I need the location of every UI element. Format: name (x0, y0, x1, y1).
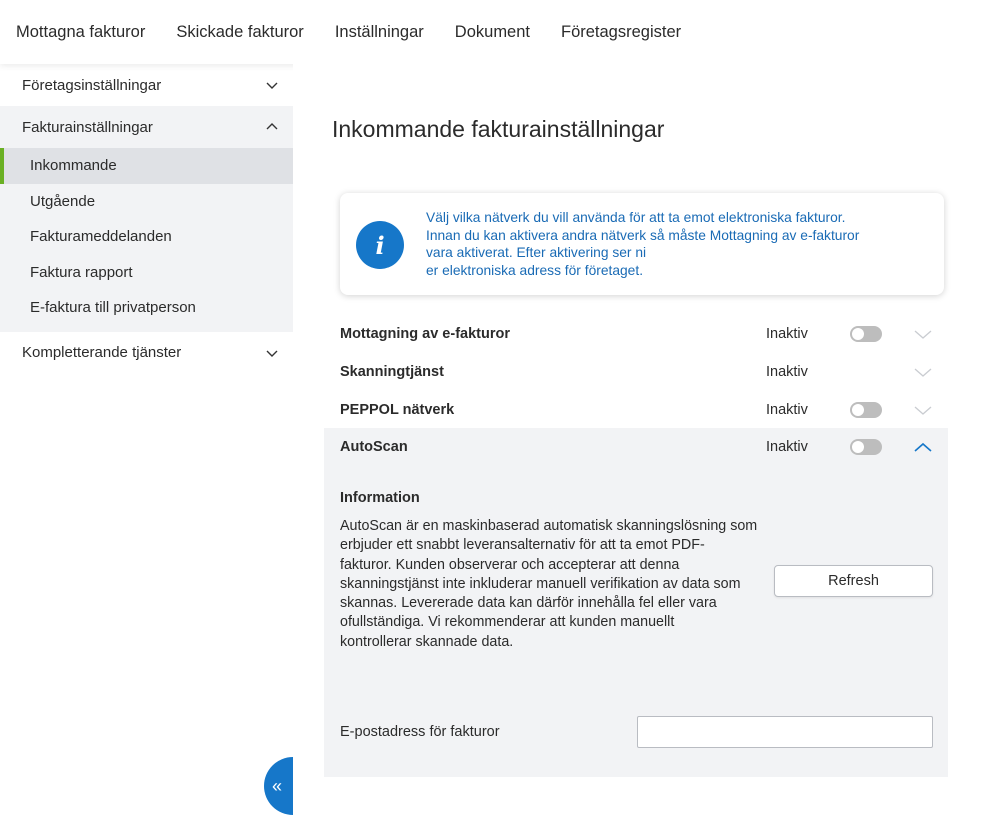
info-line: er elektroniska adress för företaget. (426, 262, 644, 278)
sidebar-item-utgaende[interactable]: Utgående (0, 184, 293, 220)
chevron-down-icon (266, 82, 278, 89)
information-heading: Information (340, 490, 420, 506)
toggle-switch[interactable] (850, 402, 882, 418)
autoscan-panel: AutoScan Inaktiv Information AutoScan är… (324, 428, 948, 777)
chevron-down-icon[interactable] (914, 328, 932, 340)
chevron-up-icon (266, 123, 278, 130)
nav-dokument[interactable]: Dokument (455, 23, 530, 42)
info-line: vara aktiverat. Efter aktivering ser ni (426, 245, 647, 260)
sidebar-section-foretagsinstallningar[interactable]: Företagsinställningar (0, 64, 293, 106)
email-label: E-postadress för fakturor (340, 724, 500, 740)
status-label: Inaktiv (766, 439, 808, 455)
chevron-down-icon[interactable] (914, 366, 932, 378)
information-paragraph: AutoScan är en maskinbaserad automatisk … (340, 517, 765, 652)
network-name: Mottagning av e-fakturor (340, 326, 510, 342)
network-row-skanningtjanst[interactable]: Skanningtjänst Inaktiv (324, 353, 948, 391)
network-name: Skanningtjänst (340, 364, 444, 380)
info-text: Välj vilka nätverk du vill använda för a… (426, 209, 896, 279)
nav-skickade-fakturor[interactable]: Skickade fakturor (176, 23, 303, 42)
status-label: Inaktiv (766, 326, 808, 342)
sidebar-section-kompletterande-tjanster[interactable]: Kompletterande tjänster (0, 332, 293, 374)
network-name: AutoScan (340, 439, 408, 455)
info-line: Innan du kan aktivera andra nätverk så m… (426, 227, 860, 243)
network-name: PEPPOL nätverk (340, 402, 455, 418)
paragraph-line: skanningstjänst inte inkluderar manuell … (340, 575, 741, 592)
refresh-button[interactable]: Refresh (774, 565, 933, 597)
top-navigation: Mottagna fakturor Skickade fakturor Inst… (0, 0, 999, 64)
info-box: i Välj vilka nätverk du vill använda för… (340, 193, 944, 295)
sidebar-section-label: Kompletterande tjänster (22, 344, 182, 361)
paragraph-line: fakturor. Kunden observerar och accepter… (340, 556, 680, 573)
toggle-switch[interactable] (850, 439, 882, 455)
info-icon: i (356, 221, 404, 269)
paragraph-line: AutoScan är en maskinbaserad automatisk … (340, 518, 758, 534)
info-line: Välj vilka nätverk du vill använda för a… (426, 210, 846, 225)
double-chevron-left-icon: « (272, 775, 283, 796)
sidebar-item-inkommande[interactable]: Inkommande (0, 148, 293, 184)
network-row-autoscan[interactable]: AutoScan Inaktiv (324, 428, 948, 466)
chevron-up-icon[interactable] (914, 441, 932, 453)
sidebar-item-faktura-rapport[interactable]: Faktura rapport (0, 255, 293, 291)
paragraph-line: ofullständiga. Vi rekommenderar att kund… (340, 614, 675, 631)
network-row-mottagning[interactable]: Mottagning av e-fakturor Inaktiv (324, 315, 948, 353)
toggle-switch[interactable] (850, 326, 882, 342)
sidebar: Företagsinställningar Fakturainställning… (0, 64, 293, 832)
sidebar-item-fakturameddelanden[interactable]: Fakturameddelanden (0, 219, 293, 255)
nav-foretagsregister[interactable]: Företagsregister (561, 23, 681, 42)
paragraph-line: skannas. Levererade data kan därför inne… (340, 595, 717, 612)
sidebar-submenu: Inkommande Utgående Fakturameddelanden F… (0, 148, 293, 332)
sidebar-section-fakturainstallningar[interactable]: Fakturainställningar (0, 106, 293, 148)
nav-installningar[interactable]: Inställningar (335, 23, 424, 42)
paragraph-line: erbjuder ett snabbt leveransalternativ f… (340, 537, 705, 554)
page-title: Inkommande fakturainställningar (332, 116, 665, 142)
email-input[interactable] (637, 716, 933, 748)
chevron-down-icon[interactable] (914, 404, 932, 416)
status-label: Inaktiv (766, 402, 808, 418)
chevron-down-icon (266, 350, 278, 357)
status-label: Inaktiv (766, 364, 808, 380)
sidebar-section-label: Företagsinställningar (22, 76, 162, 94)
main-content: Inkommande fakturainställningar i Välj v… (293, 64, 999, 832)
paragraph-line: kontrollerar skannade data. (340, 633, 514, 650)
network-row-peppol[interactable]: PEPPOL nätverk Inaktiv (324, 391, 948, 429)
nav-mottagna-fakturor[interactable]: Mottagna fakturor (16, 23, 145, 42)
sidebar-item-e-faktura-privatperson[interactable]: E-faktura till privatperson (0, 290, 293, 326)
sidebar-section-label: Fakturainställningar (22, 118, 153, 136)
